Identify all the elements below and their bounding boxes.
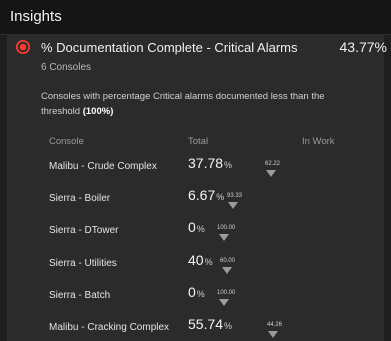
threshold-marker-icon — [268, 331, 278, 338]
console-name: Sierra - Batch — [49, 290, 111, 301]
critical-alarm-icon — [16, 40, 30, 54]
threshold-marker-icon — [266, 170, 276, 177]
threshold-marker-icon — [219, 234, 229, 241]
threshold-label: 100.00 — [217, 290, 236, 296]
total-value: 55.74% — [188, 316, 232, 332]
page-title: Insights — [10, 8, 62, 25]
total-number: 6.67 — [188, 187, 216, 203]
threshold-label: 60.00 — [220, 258, 236, 264]
insights-header: Insights — [0, 0, 391, 35]
consoles-count: 6 Consoles — [41, 62, 92, 73]
console-name: Sierra - Boiler — [49, 193, 111, 204]
total-unit: % — [224, 160, 233, 170]
total-value: 0% — [188, 219, 205, 235]
column-header-console: Console — [49, 136, 84, 147]
console-name: Sierra - DTower — [49, 225, 119, 236]
total-number: 55.74 — [188, 316, 224, 332]
console-name: Sierra - Utilities — [49, 258, 117, 269]
total-value: 6.67% — [188, 187, 224, 203]
total-value: 37.78% — [188, 155, 232, 171]
threshold-marker-icon — [228, 202, 238, 209]
console-name: Malibu - Cracking Complex — [49, 322, 170, 333]
total-unit: % — [224, 321, 233, 331]
total-unit: % — [216, 192, 225, 202]
card-value: 43.77% — [339, 39, 387, 55]
threshold-label: 93.33 — [227, 193, 243, 199]
total-unit: % — [196, 289, 205, 299]
console-name: Malibu - Crude Complex — [49, 161, 157, 172]
threshold-label: 44.26 — [267, 322, 283, 328]
threshold-label: 100.00 — [217, 225, 236, 231]
total-number: 0 — [188, 284, 196, 300]
threshold-marker-icon — [219, 299, 229, 306]
column-header-total: Total — [188, 136, 209, 147]
threshold-label: 62.22 — [265, 161, 281, 167]
card-description: Consoles with percentage Critical alarms… — [41, 89, 361, 119]
card-title[interactable]: % Documentation Complete - Critical Alar… — [41, 40, 297, 55]
total-unit: % — [196, 224, 205, 234]
total-number: 37.78 — [188, 155, 224, 171]
threshold-marker-icon — [222, 267, 232, 274]
total-value: 0% — [188, 284, 205, 300]
column-header-in-work: In Work — [302, 136, 335, 147]
total-number: 40 — [188, 252, 204, 268]
threshold-value: (100%) — [82, 106, 114, 117]
total-value: 40% — [188, 252, 213, 268]
total-number: 0 — [188, 219, 196, 235]
total-unit: % — [204, 257, 213, 267]
